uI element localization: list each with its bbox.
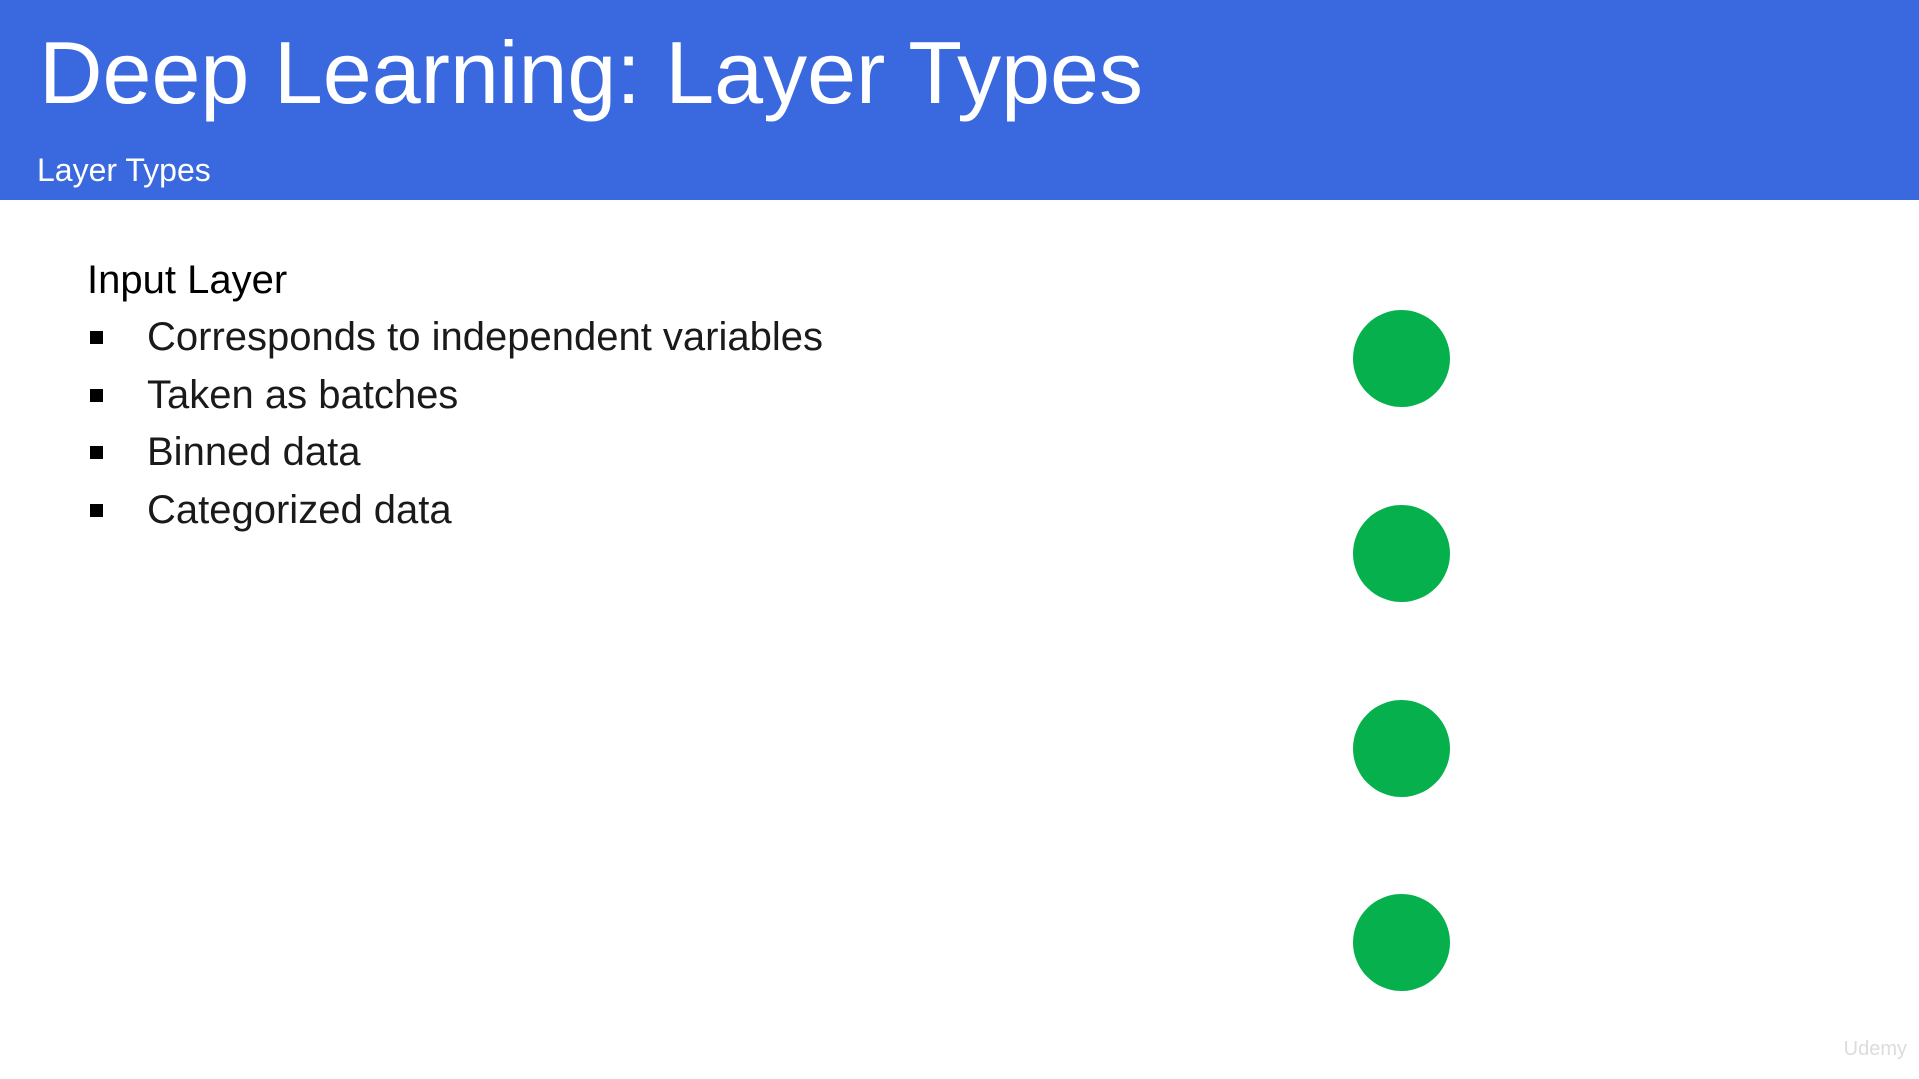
- bullet-text: Binned data: [147, 430, 361, 474]
- input-node-icon: [1353, 310, 1450, 407]
- slide-title: Deep Learning: Layer Types: [39, 23, 1143, 122]
- square-bullet-icon: [90, 446, 103, 459]
- input-node-icon: [1353, 505, 1450, 602]
- square-bullet-icon: [90, 503, 103, 517]
- slide: Deep Learning: Layer Types Layer Types I…: [0, 0, 1919, 1079]
- input-layer-diagram: [1353, 310, 1450, 991]
- input-node-icon: [1353, 894, 1450, 991]
- slide-subtitle: Layer Types: [37, 152, 211, 188]
- bullet-list: Corresponds to independent variables Tak…: [87, 309, 1237, 539]
- bullet-item: Binned data: [87, 424, 1237, 482]
- bullet-item: Categorized data: [87, 482, 1237, 540]
- square-bullet-icon: [90, 388, 103, 402]
- slide-content: Input Layer Corresponds to independent v…: [87, 253, 1237, 539]
- udemy-watermark: Udemy: [1843, 1038, 1907, 1060]
- input-node-icon: [1353, 700, 1450, 797]
- square-bullet-icon: [90, 331, 103, 344]
- bullet-item: Taken as batches: [87, 367, 1237, 425]
- bullet-text: Categorized data: [147, 487, 452, 532]
- bullet-item: Corresponds to independent variables: [87, 309, 1237, 367]
- bullet-text: Corresponds to independent variables: [147, 315, 823, 359]
- slide-header: Deep Learning: Layer Types Layer Types: [0, 0, 1919, 200]
- section-heading: Input Layer: [87, 258, 288, 302]
- bullet-text: Taken as batches: [147, 372, 459, 417]
